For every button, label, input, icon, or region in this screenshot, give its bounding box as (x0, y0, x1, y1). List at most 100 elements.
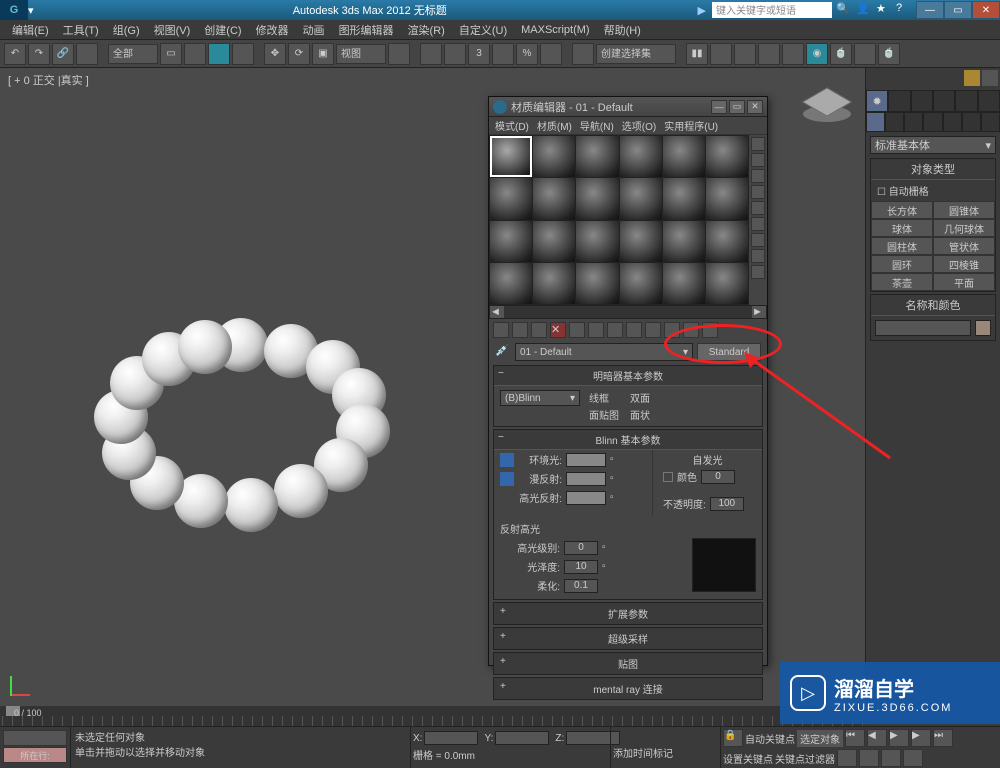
menu-modifiers[interactable]: 修改器 (250, 20, 295, 40)
mat-id-icon[interactable] (626, 322, 642, 338)
cat-geometry[interactable] (866, 112, 885, 132)
scene-object-bracelet[interactable] (100, 318, 380, 548)
sample-slot[interactable] (706, 136, 748, 177)
nav-zoom-icon[interactable] (837, 749, 857, 767)
matmenu-navigation[interactable]: 导航(N) (580, 118, 614, 133)
menu-edit[interactable]: 编辑(E) (6, 20, 55, 40)
ambient-lock-icon[interactable] (500, 453, 514, 467)
keymode-icon[interactable] (444, 43, 466, 65)
sample-slot[interactable] (490, 263, 532, 304)
search-icon[interactable]: 🔍 (836, 2, 852, 18)
menu-create[interactable]: 创建(C) (198, 20, 247, 40)
specular-map-icon[interactable]: ▫ (610, 492, 622, 503)
mateditor-minimize[interactable]: — (711, 100, 727, 114)
twosided-checkbox[interactable]: 双面 (627, 390, 650, 405)
help-search-input[interactable]: 键入关键字或短语 (712, 2, 832, 18)
btn-sphere[interactable]: 球体 (871, 219, 933, 237)
material-type-button[interactable]: Standard (697, 343, 761, 361)
scale-icon[interactable]: ▣ (312, 43, 334, 65)
btn-geosphere[interactable]: 几何球体 (933, 219, 995, 237)
menu-grapheditors[interactable]: 图形编辑器 (333, 20, 400, 40)
menu-rendering[interactable]: 渲染(R) (402, 20, 451, 40)
sample-type-icon[interactable] (751, 137, 765, 151)
opacity-spinner[interactable]: 100 (710, 497, 744, 511)
sample-slot[interactable] (663, 178, 705, 219)
matmenu-modes[interactable]: 模式(D) (495, 118, 529, 133)
btn-torus[interactable]: 圆环 (871, 255, 933, 273)
reset-map-icon[interactable]: ✕ (550, 322, 566, 338)
mateditor-maximize[interactable]: ▭ (729, 100, 745, 114)
window-crossing-icon[interactable] (232, 43, 254, 65)
sample-slot[interactable] (706, 263, 748, 304)
sample-slot[interactable] (533, 136, 575, 177)
coord-y-input[interactable] (495, 731, 549, 745)
sample-slot[interactable] (620, 263, 662, 304)
matmenu-material[interactable]: 材质(M) (537, 118, 572, 133)
undo-icon[interactable]: ↶ (4, 43, 26, 65)
cat-helpers[interactable] (943, 112, 962, 132)
cp-config-icon[interactable] (982, 70, 998, 86)
selected-label[interactable]: 选定对象 (797, 730, 843, 747)
mateditor-close[interactable]: ✕ (747, 100, 763, 114)
btn-pyramid[interactable]: 四棱锥 (933, 255, 995, 273)
video-check-icon[interactable] (751, 201, 765, 215)
menu-maxscript[interactable]: MAXScript(M) (515, 22, 595, 38)
cat-systems[interactable] (981, 112, 1000, 132)
make-preview-icon[interactable] (751, 217, 765, 231)
lock-selection-icon[interactable]: 🔒 (723, 729, 743, 747)
cp-lock-icon[interactable] (964, 70, 980, 86)
viewport-label[interactable]: [ + 0 正交 |真实 ] (8, 72, 89, 88)
go-sibling-icon[interactable] (702, 322, 718, 338)
tab-create[interactable]: ✹ (866, 90, 888, 112)
sample-hscrollbar[interactable]: ◄► (489, 305, 767, 319)
maps-rollout[interactable]: 贴图 (493, 652, 763, 675)
btn-plane[interactable]: 平面 (933, 273, 995, 291)
assign-to-sel-icon[interactable] (531, 322, 547, 338)
mat-map-nav-icon[interactable] (751, 265, 765, 279)
nav-pan-icon[interactable] (859, 749, 879, 767)
menu-help[interactable]: 帮助(H) (598, 20, 647, 40)
faceted-checkbox[interactable]: 面状 (627, 407, 650, 422)
snap-toggle-icon[interactable]: 3 (468, 43, 490, 65)
recent-flyout-icon[interactable]: ▾ (28, 4, 42, 17)
sample-uv-icon[interactable] (751, 185, 765, 199)
sample-slot[interactable] (576, 221, 618, 262)
nav-maximize-icon[interactable] (903, 749, 923, 767)
backlight-icon[interactable] (751, 153, 765, 167)
favorite-icon[interactable]: ★ (876, 2, 892, 18)
manipulate-icon[interactable] (420, 43, 442, 65)
wire-checkbox[interactable]: 线框 (586, 390, 619, 405)
help-icon[interactable]: ? (896, 2, 912, 18)
selection-filter-dropdown[interactable]: 全部 (108, 44, 158, 64)
blinn-rollout-title[interactable]: −Blinn 基本参数 (494, 430, 762, 450)
extended-params-rollout[interactable]: 扩展参数 (493, 602, 763, 625)
put-to-scene-icon[interactable] (512, 322, 528, 338)
coord-x-input[interactable] (424, 731, 478, 745)
link-icon[interactable]: 🔗 (52, 43, 74, 65)
make-unique-icon[interactable] (588, 322, 604, 338)
shader-dropdown[interactable]: (B)Blinn▾ (500, 390, 580, 406)
ref-coord-dropdown[interactable]: 视图 (336, 44, 386, 64)
sample-slot[interactable] (490, 221, 532, 262)
sample-slot[interactable] (706, 178, 748, 219)
cat-lights[interactable] (904, 112, 923, 132)
sample-slot[interactable] (576, 263, 618, 304)
selfillum-spinner[interactable]: 0 (701, 470, 735, 484)
select-by-mat-icon[interactable] (751, 249, 765, 263)
unlink-icon[interactable] (76, 43, 98, 65)
tab-utilities[interactable] (978, 90, 1000, 112)
schematic-icon[interactable] (782, 43, 804, 65)
sample-slot[interactable] (490, 136, 532, 177)
supersampling-rollout[interactable]: 超级采样 (493, 627, 763, 650)
angle-snap-icon[interactable] (492, 43, 514, 65)
sample-slot[interactable] (533, 263, 575, 304)
btn-teapot[interactable]: 茶壶 (871, 273, 933, 291)
infobar-arrow-icon[interactable]: ▶ (698, 4, 706, 17)
ambient-map-icon[interactable]: ▫ (610, 454, 622, 465)
go-parent-icon[interactable] (683, 322, 699, 338)
macro-rec-button[interactable]: 所在行: (3, 747, 67, 763)
close-button[interactable]: ✕ (972, 1, 1000, 19)
time-slider[interactable]: 0 / 100 (0, 706, 865, 726)
eyedropper-icon[interactable]: 💉 (495, 344, 511, 360)
autogrid-checkbox[interactable]: ☐ 自动栅格 (871, 180, 995, 201)
